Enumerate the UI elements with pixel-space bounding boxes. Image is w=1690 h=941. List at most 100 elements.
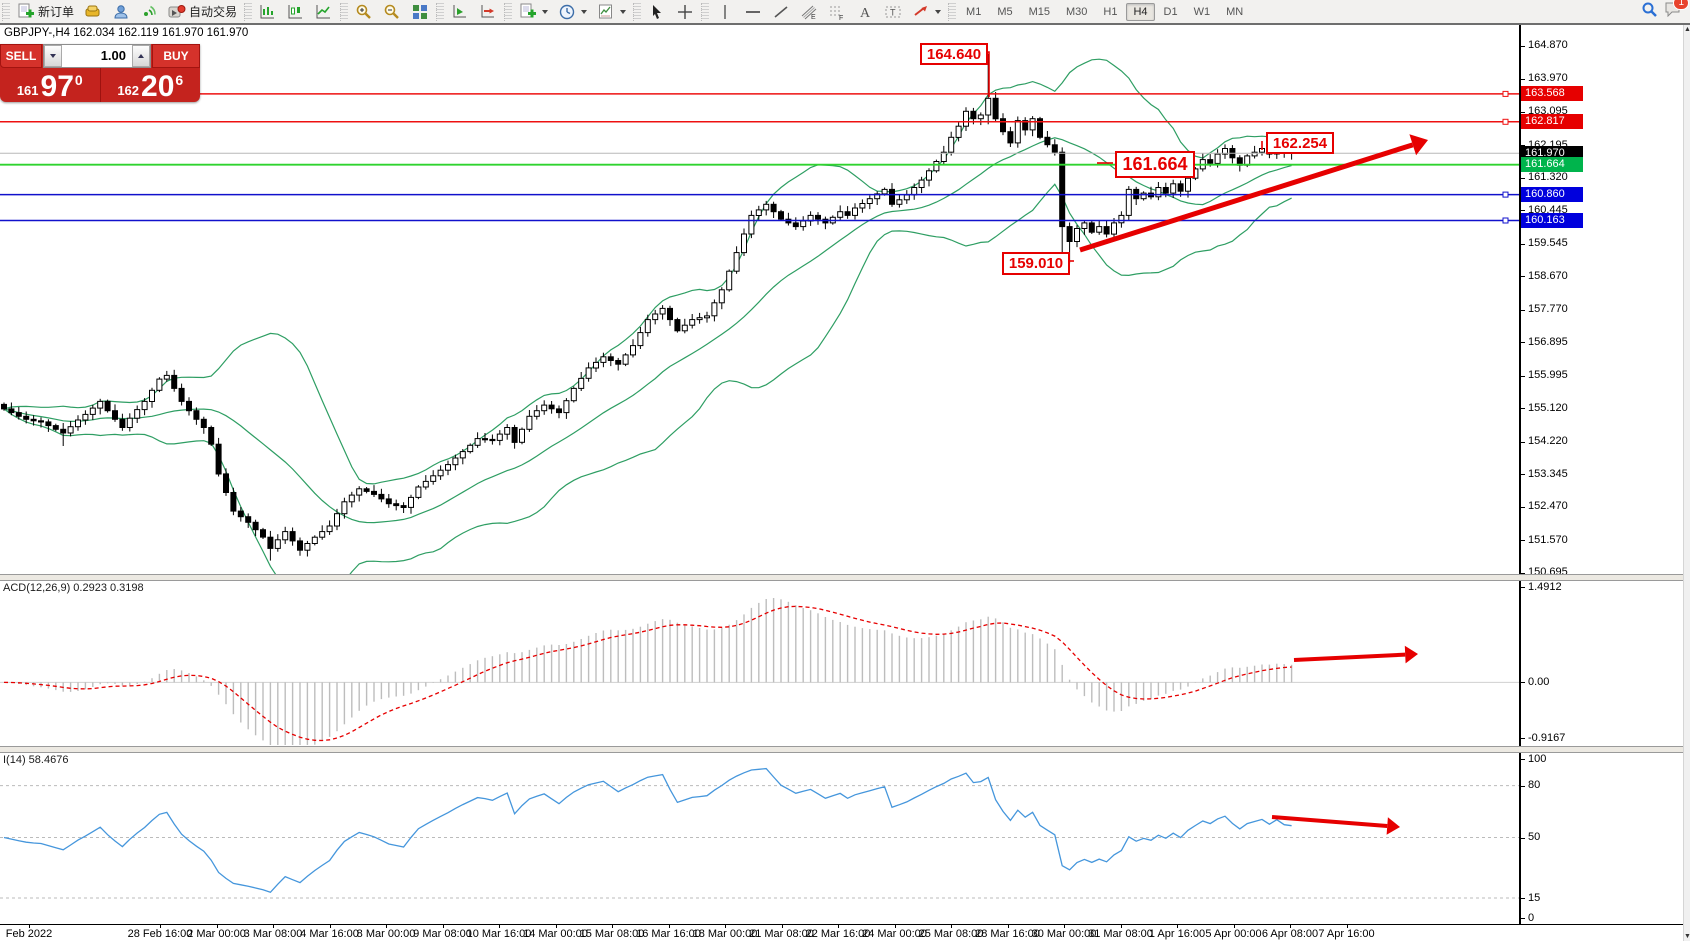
label-icon: T <box>884 3 902 21</box>
chevron-down-icon[interactable] <box>581 10 587 14</box>
tf-m15[interactable]: M15 <box>1022 3 1057 21</box>
sell-price[interactable]: 161 97 0 <box>0 68 101 102</box>
tf-h4[interactable]: H4 <box>1126 3 1154 21</box>
buy-button[interactable]: BUY <box>152 44 200 68</box>
tf-m1[interactable]: M1 <box>959 3 988 21</box>
price-chart[interactable] <box>0 25 1520 574</box>
market-watch-button[interactable] <box>80 1 106 23</box>
indicators-icon <box>519 3 537 21</box>
cursor-button[interactable] <box>644 1 670 23</box>
scroll-down-icon[interactable]: ▼ <box>1684 932 1690 941</box>
gold-icon <box>84 3 102 21</box>
channel-icon: E <box>800 3 818 21</box>
time-label: 9 Mar 08:00 <box>413 928 472 940</box>
one-click-trade-panel: SELL 1.00 BUY 161 97 0 162 20 6 <box>0 44 200 102</box>
new-order-button[interactable]: 新订单 <box>13 1 78 23</box>
green-level-label[interactable]: 161.664 <box>1115 151 1195 178</box>
cursor-icon <box>648 3 666 21</box>
vertical-scrollbar[interactable]: ▲ ▼ <box>1683 25 1690 941</box>
zoom-out-button[interactable] <box>379 1 405 23</box>
periods-icon <box>558 3 576 21</box>
chevron-down-icon[interactable] <box>620 10 626 14</box>
equidistant-channel-button[interactable]: E <box>796 1 822 23</box>
indicators-button[interactable] <box>515 1 552 23</box>
vertical-line-button[interactable] <box>712 1 738 23</box>
axis-label: 152.470 <box>1528 500 1568 512</box>
chevron-down-icon[interactable] <box>935 10 941 14</box>
svg-text:T: T <box>890 7 896 17</box>
tf-mn[interactable]: MN <box>1219 3 1250 21</box>
time-axis: Feb 202228 Feb 16:002 Mar 00:003 Mar 08:… <box>0 924 1690 941</box>
autotrading-button[interactable]: 自动交易 <box>164 1 241 23</box>
chat-icon[interactable]: 1 <box>1664 1 1682 22</box>
axis-label: 155.120 <box>1528 402 1568 414</box>
search-icon[interactable] <box>1641 1 1658 23</box>
tf-d1[interactable]: D1 <box>1157 3 1185 21</box>
panel-splitter[interactable] <box>0 574 1690 581</box>
time-label: 25 Mar 08:00 <box>919 928 984 940</box>
high-price-label[interactable]: 164.640 <box>920 43 988 65</box>
time-label: 30 Mar 00:00 <box>1032 928 1097 940</box>
scroll-up-icon[interactable]: ▲ <box>1684 25 1690 34</box>
panel-splitter[interactable] <box>0 746 1690 753</box>
time-label: 7 Apr 16:00 <box>1318 928 1374 940</box>
time-label: 21 Mar 08:00 <box>749 928 814 940</box>
crosshair-button[interactable] <box>672 1 698 23</box>
time-label: 8 Mar 00:00 <box>357 928 416 940</box>
time-label: 16 Mar 16:00 <box>636 928 701 940</box>
horizontal-line-button[interactable] <box>740 1 766 23</box>
tile-windows-button[interactable] <box>407 1 433 23</box>
auto-scroll-button[interactable] <box>447 1 473 23</box>
signal-button[interactable] <box>136 1 162 23</box>
trendline-button[interactable] <box>768 1 794 23</box>
bar-chart-button[interactable] <box>255 1 281 23</box>
hline-icon <box>744 3 762 21</box>
tf-h1[interactable]: H1 <box>1096 3 1124 21</box>
periods-button[interactable] <box>554 1 591 23</box>
chart-bars-icon <box>259 3 277 21</box>
tf-m5[interactable]: M5 <box>990 3 1019 21</box>
tf-m30[interactable]: M30 <box>1059 3 1094 21</box>
toolbar-grip <box>633 3 641 21</box>
volume-decrease-button[interactable] <box>44 45 62 67</box>
axis-label: 15 <box>1528 892 1540 904</box>
chart-line-icon <box>315 3 333 21</box>
autotrading-icon <box>168 3 186 21</box>
axis-label: 50 <box>1528 831 1540 843</box>
sell-button[interactable]: SELL <box>0 44 42 68</box>
templates-button[interactable] <box>593 1 630 23</box>
axis-label: 156.895 <box>1528 336 1568 348</box>
time-label: 22 Mar 16:00 <box>806 928 871 940</box>
chart-shift-button[interactable] <box>475 1 501 23</box>
toolbar-grip <box>244 3 252 21</box>
signal-icon <box>140 3 158 21</box>
time-label: 24 Mar 00:00 <box>862 928 927 940</box>
time-label: 31 Mar 08:00 <box>1088 928 1153 940</box>
arrows-icon <box>912 3 930 21</box>
zoom-in-button[interactable] <box>351 1 377 23</box>
line-chart-button[interactable] <box>311 1 337 23</box>
chevron-down-icon[interactable] <box>542 10 548 14</box>
rsi-panel[interactable] <box>0 751 1520 924</box>
volume-increase-button[interactable] <box>132 45 150 67</box>
axis-label: 163.970 <box>1528 72 1568 84</box>
low-price-label[interactable]: 159.010 <box>1002 252 1070 275</box>
label-button[interactable]: T <box>880 1 906 23</box>
candle-chart-button[interactable] <box>283 1 309 23</box>
toolbar-grip <box>504 3 512 21</box>
arrows-button[interactable] <box>908 1 945 23</box>
fibonacci-button[interactable]: F <box>824 1 850 23</box>
macd-panel[interactable] <box>0 579 1520 746</box>
volume-input[interactable]: 1.00 <box>62 45 132 67</box>
axis-label: 164.870 <box>1528 39 1568 51</box>
trendline-icon <box>772 3 790 21</box>
buy-price[interactable]: 162 20 6 <box>101 68 201 102</box>
svg-text:F: F <box>839 15 843 21</box>
text-button[interactable]: A <box>852 1 878 23</box>
swing-high-label[interactable]: 162.254 <box>1266 132 1334 154</box>
axis-label: 158.670 <box>1528 270 1568 282</box>
tf-w1[interactable]: W1 <box>1187 3 1218 21</box>
time-label: 28 Feb 16:00 <box>128 928 193 940</box>
profile-button[interactable] <box>108 1 134 23</box>
axis-label: 1.4912 <box>1528 581 1562 593</box>
